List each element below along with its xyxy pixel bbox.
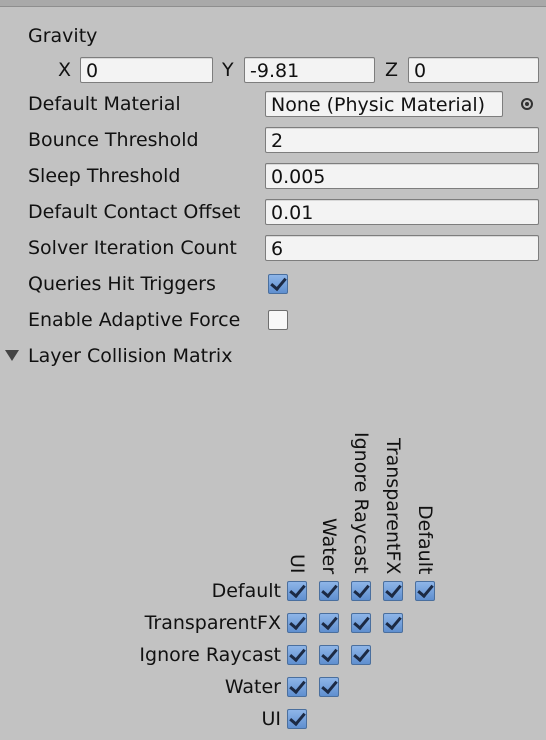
gravity-z-field[interactable]: 0 [408,57,539,83]
sleep-threshold-field[interactable]: 0.005 [265,163,539,189]
matrix-row-label: Water [224,676,281,698]
matrix-row-label: UI [261,708,281,730]
gravity-x-field[interactable]: 0 [80,57,213,83]
matrix-column-label: Ignore Raycast [350,432,372,574]
solver-iteration-count-label: Solver Iteration Count [28,237,237,259]
matrix-row-label: Default [211,580,281,602]
matrix-checkbox[interactable] [351,645,371,665]
matrix-column-label: TransparentFX [382,438,404,575]
solver-iteration-count-field[interactable]: 6 [265,235,539,261]
matrix-column-label: Default [414,505,436,575]
matrix-checkbox[interactable] [319,581,339,601]
queries-hit-triggers-checkbox[interactable] [268,274,288,294]
matrix-checkbox[interactable] [319,613,339,633]
bounce-threshold-label: Bounce Threshold [28,129,199,151]
bounce-threshold-field[interactable]: 2 [265,127,539,153]
enable-adaptive-force-checkbox[interactable] [268,310,288,330]
gravity-y-label: Y [222,59,234,81]
sleep-threshold-label: Sleep Threshold [28,165,181,187]
object-picker-icon[interactable] [521,98,533,110]
matrix-checkbox[interactable] [383,613,403,633]
matrix-checkbox[interactable] [287,709,307,729]
panel-top-border [0,0,546,7]
matrix-row-label: TransparentFX [144,612,281,634]
default-contact-offset-label: Default Contact Offset [28,201,241,223]
default-material-field[interactable]: None (Physic Material) [265,91,503,117]
matrix-checkbox[interactable] [319,645,339,665]
default-contact-offset-field[interactable]: 0.01 [265,199,539,225]
foldout-triangle-icon[interactable] [5,350,19,361]
gravity-y-field[interactable]: -9.81 [244,57,375,83]
gravity-x-label: X [58,59,72,81]
matrix-checkbox[interactable] [287,645,307,665]
gravity-z-label: Z [385,59,399,81]
enable-adaptive-force-label: Enable Adaptive Force [28,309,241,331]
matrix-checkbox[interactable] [383,581,403,601]
matrix-checkbox[interactable] [287,677,307,697]
matrix-column-label: UI [286,554,308,574]
matrix-checkbox[interactable] [319,677,339,697]
matrix-row-label: Ignore Raycast [139,644,281,666]
gravity-label: Gravity [28,25,98,47]
matrix-checkbox[interactable] [351,613,371,633]
matrix-checkbox[interactable] [287,613,307,633]
matrix-checkbox[interactable] [287,581,307,601]
default-material-label: Default Material [28,93,181,115]
matrix-checkbox[interactable] [415,581,435,601]
matrix-column-label: Water [318,518,340,575]
matrix-checkbox[interactable] [351,581,371,601]
queries-hit-triggers-label: Queries Hit Triggers [28,273,216,295]
layer-collision-matrix-title[interactable]: Layer Collision Matrix [28,342,232,370]
